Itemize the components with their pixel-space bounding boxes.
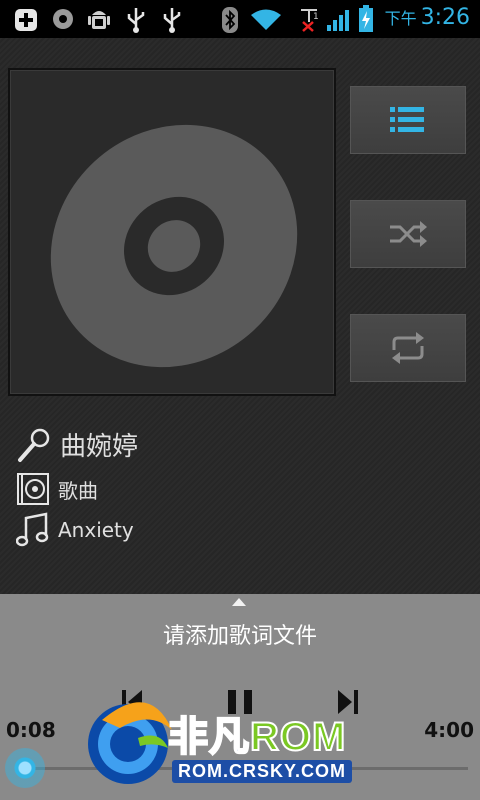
- watermark-logo-icon: [88, 702, 172, 784]
- total-duration: 4:00: [424, 718, 474, 742]
- player-main-area: 曲婉婷 歌曲 Anxiety: [0, 38, 480, 594]
- usb-icon: [163, 8, 181, 33]
- repeat-button[interactable]: [350, 314, 466, 382]
- status-time: 3:26: [420, 5, 470, 30]
- battery-charging-icon: [359, 5, 373, 32]
- lyrics-prompt[interactable]: 请添加歌词文件: [0, 618, 480, 650]
- seek-thumb[interactable]: [5, 748, 45, 788]
- microphone-icon: [18, 428, 50, 462]
- elapsed-time: 0:08: [6, 718, 56, 742]
- repeat-icon: [392, 332, 424, 364]
- shuffle-button[interactable]: [350, 200, 466, 268]
- music-note-icon: [16, 512, 49, 547]
- no-sim-icon: 1: [301, 9, 319, 32]
- disc-placeholder-icon: [50, 124, 298, 368]
- android-debug-icon: [88, 11, 110, 29]
- album-icon: [17, 473, 49, 505]
- target-icon: [53, 9, 73, 29]
- plus-icon: [15, 9, 37, 31]
- wifi-icon: [251, 9, 281, 30]
- shuffle-icon: [390, 221, 427, 247]
- artist-row: 曲婉婷: [16, 426, 138, 463]
- album-row: 歌曲: [16, 472, 98, 506]
- playlist-icon: [390, 107, 424, 132]
- album-name: 歌曲: [58, 478, 98, 503]
- album-art: [8, 68, 336, 396]
- watermark-brand-cn: 非凡: [167, 714, 250, 760]
- usb-icon: [127, 8, 145, 33]
- signal-badge: 1: [313, 12, 319, 22]
- signal-icon: [327, 10, 349, 31]
- status-ampm: 下午: [384, 9, 417, 28]
- watermark-url: ROM.CRSKY.COM: [172, 760, 353, 783]
- status-clock: 下午 3:26: [385, 5, 470, 30]
- watermark-brand-en: ROM: [249, 714, 347, 760]
- title-row: Anxiety: [16, 512, 134, 548]
- watermark: 非凡ROM ROM.CRSKY.COM: [80, 690, 410, 800]
- song-title: Anxiety: [58, 518, 134, 542]
- artist-name: 曲婉婷: [60, 432, 139, 462]
- playlist-button[interactable]: [350, 86, 466, 154]
- status-bar: 1 下午 3:26: [0, 0, 480, 38]
- expand-caret-icon[interactable]: [232, 598, 246, 606]
- watermark-title: 非凡ROM: [167, 704, 347, 762]
- bluetooth-icon: [222, 7, 238, 33]
